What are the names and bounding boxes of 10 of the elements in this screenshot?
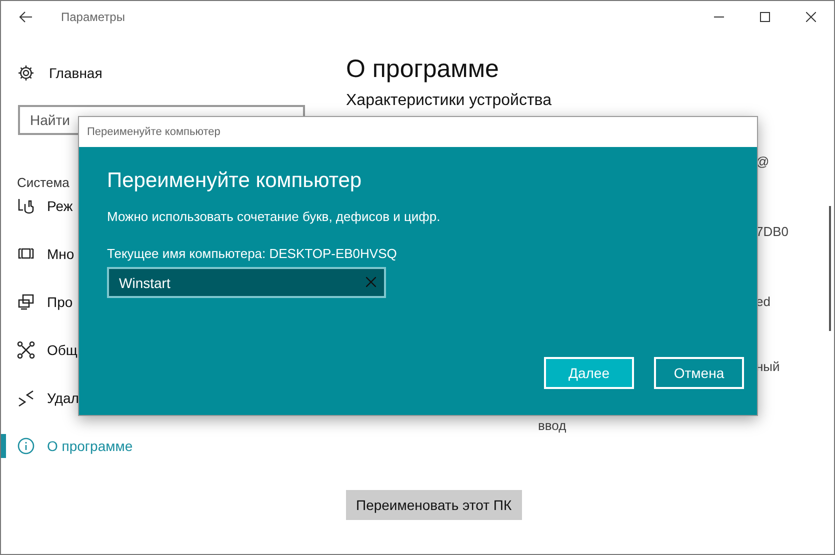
- dialog-hint: Можно использовать сочетание букв, дефисов и цифр.: [107, 209, 442, 224]
- spec-value: ввод: [538, 418, 566, 433]
- window-title: Параметры: [61, 10, 125, 24]
- page-title: О программе: [346, 55, 500, 84]
- spec-value: 7DB0: [756, 224, 789, 239]
- current-name: Текущее имя компьютера: DESKTOP-EB0HVSQ: [107, 246, 398, 261]
- section-heading: Характеристики устройства: [346, 92, 552, 110]
- dialog-heading: Переименуйте компьютер: [107, 169, 363, 193]
- section-heading: Система: [17, 175, 70, 190]
- dialog-title: Переименуйте компьютер: [87, 126, 220, 138]
